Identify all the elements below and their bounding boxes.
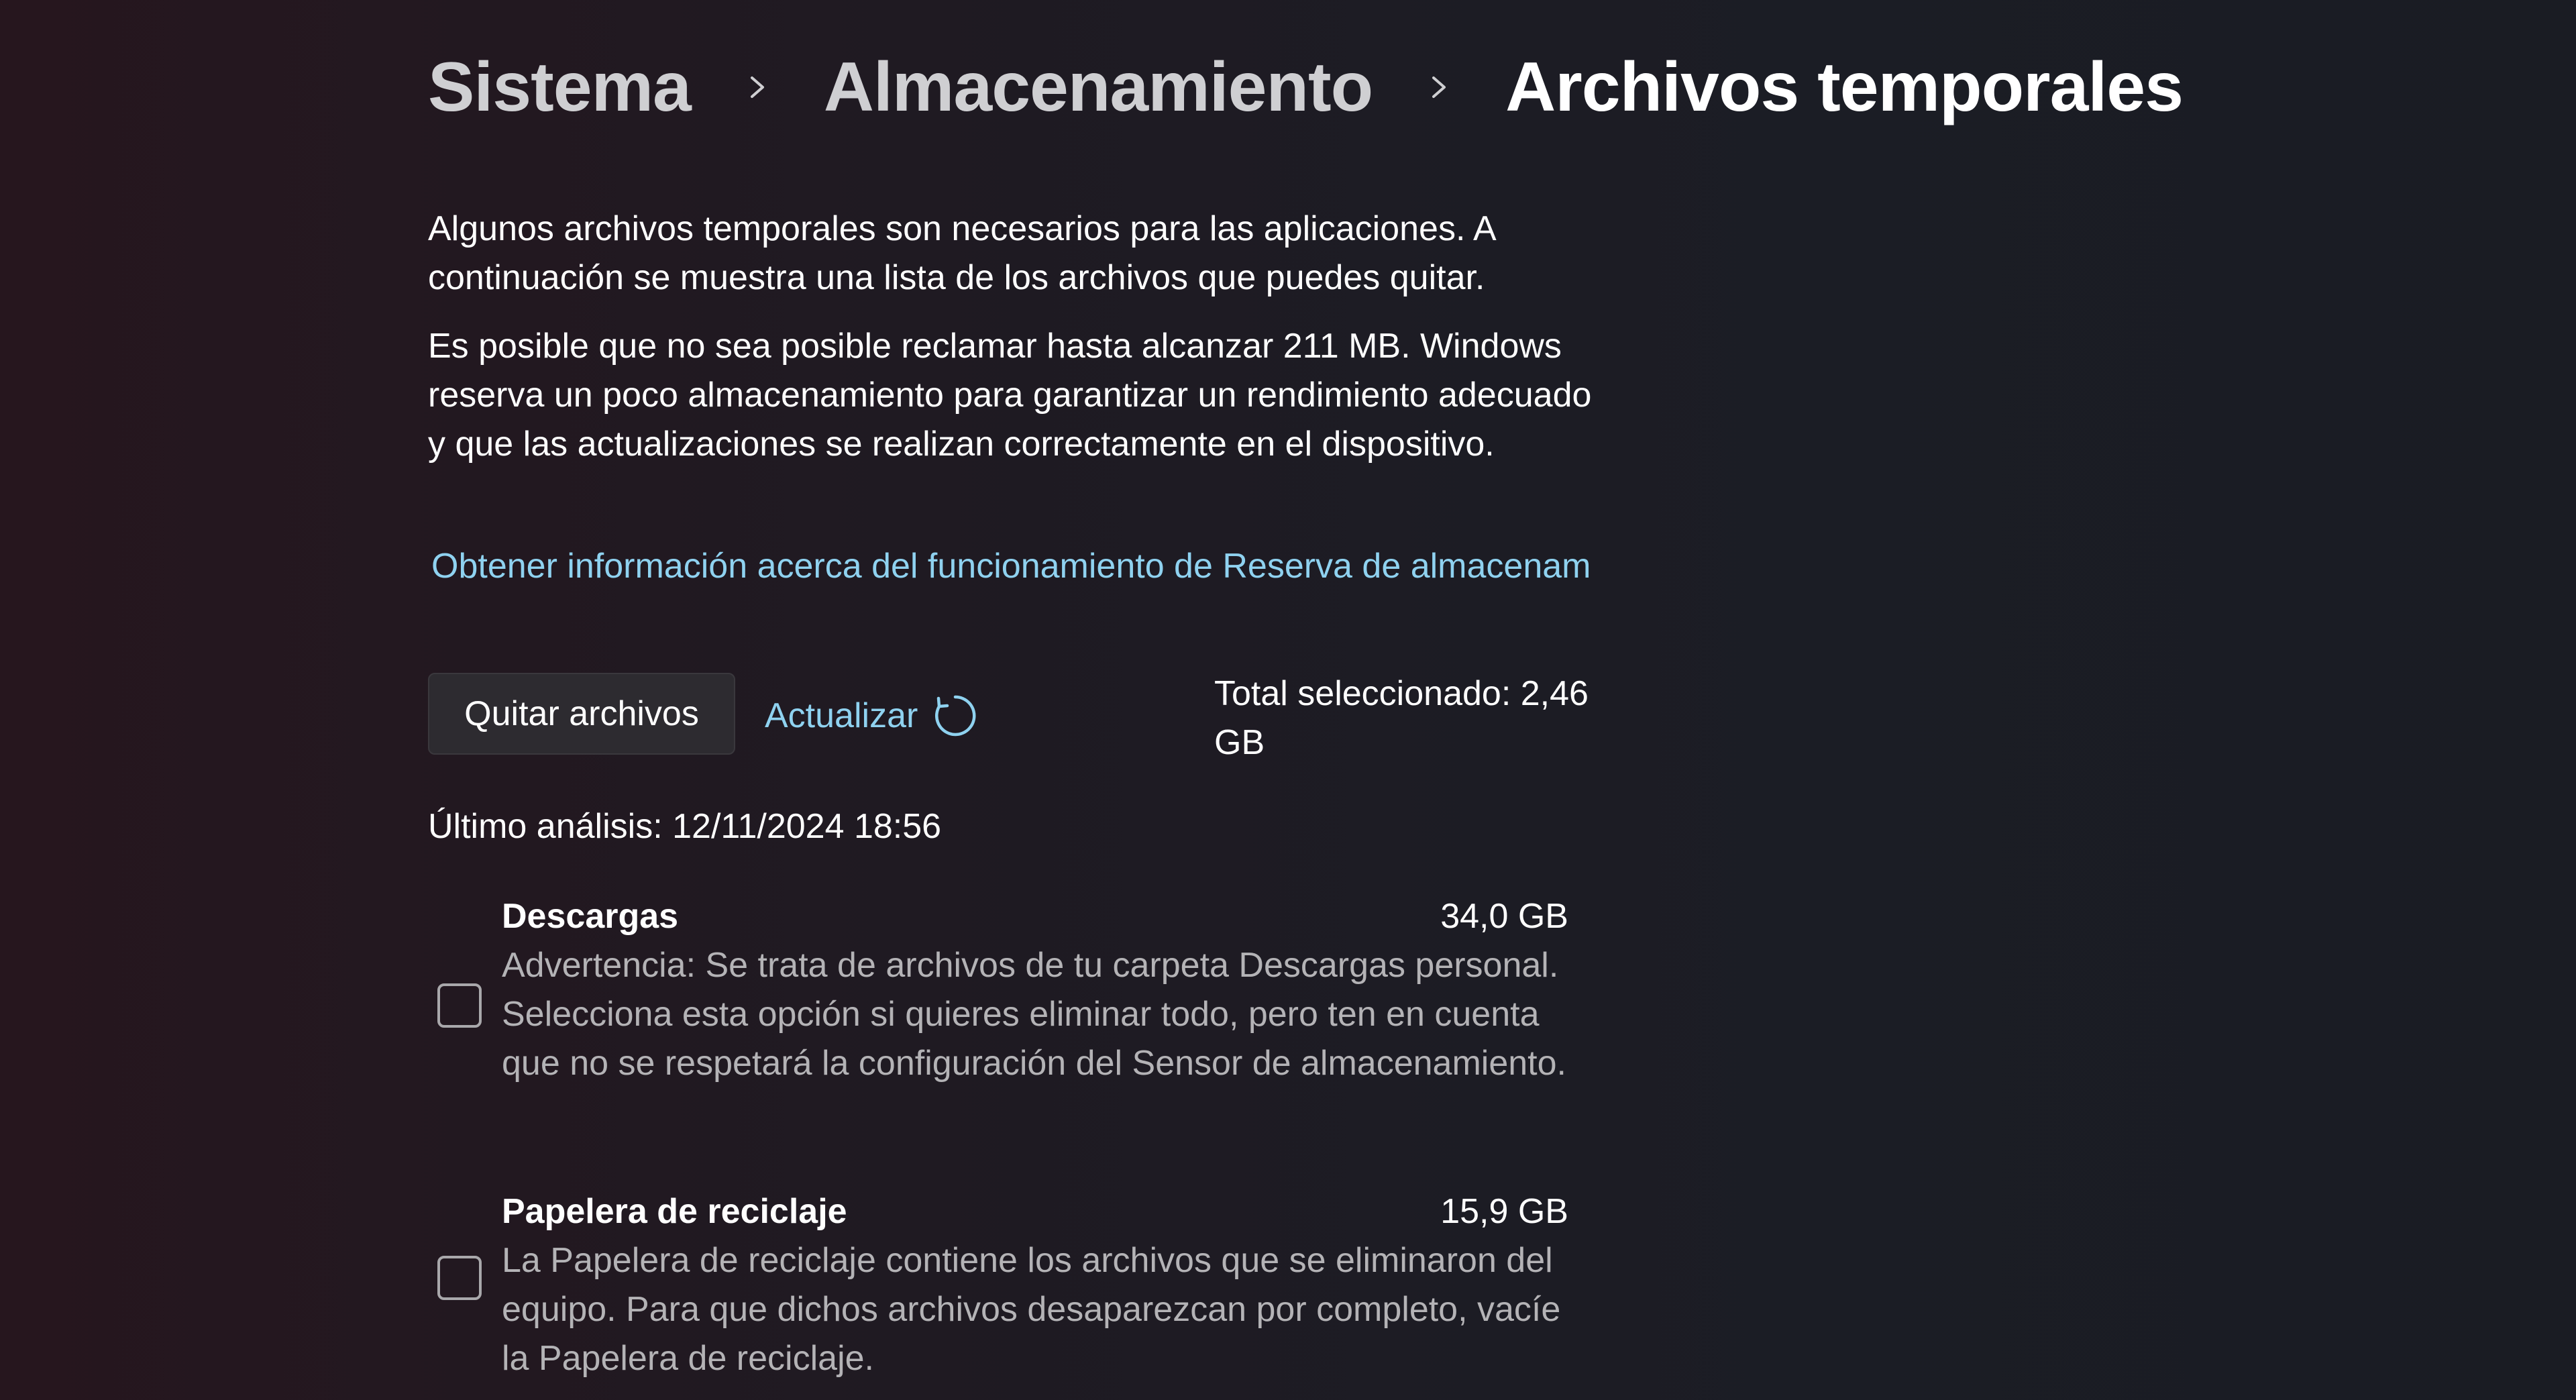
item-title: Papelera de reciclaje [502,1192,847,1231]
breadcrumb: Sistema Almacenamiento Archivos temporal… [428,40,2184,134]
storage-reserve-learn-link[interactable]: Obtener información acerca del funcionam… [431,542,1592,591]
storage-reserve-paragraph: Es posible que no sea posible reclamar h… [428,327,1592,464]
refresh-link[interactable]: Actualizar [765,686,979,746]
chevron-right-icon [1402,50,1476,124]
intro-paragraph: Algunos archivos temporales son necesari… [428,209,1495,297]
breadcrumb-item-sistema[interactable]: Sistema [428,48,692,127]
refresh-icon [931,692,979,740]
page-title: Archivos temporales [1505,48,2184,126]
downloads-checkbox[interactable] [437,983,482,1028]
item-size: 34,0 GB [1440,897,1568,936]
breadcrumb-item-almacenamiento[interactable]: Almacenamiento [824,48,1373,127]
last-scan-label: Último análisis: 12/11/2024 18:56 [428,807,942,846]
item-size: 15,9 GB [1440,1192,1568,1231]
item-description: Advertencia: Se trata de archivos de tu … [502,946,1566,1083]
remove-files-button[interactable]: Quitar archivos [428,673,735,755]
total-selected: Total seleccionado: 2,46 GB [1214,674,1589,762]
item-title: Descargas [502,897,679,936]
chevron-right-icon [720,50,794,124]
temporary-files-page: Sistema Almacenamiento Archivos temporal… [0,0,2576,1400]
refresh-label: Actualizar [765,696,918,735]
item-description: La Papelera de reciclaje contiene los ar… [502,1241,1561,1378]
recycle-bin-checkbox[interactable] [437,1256,482,1300]
